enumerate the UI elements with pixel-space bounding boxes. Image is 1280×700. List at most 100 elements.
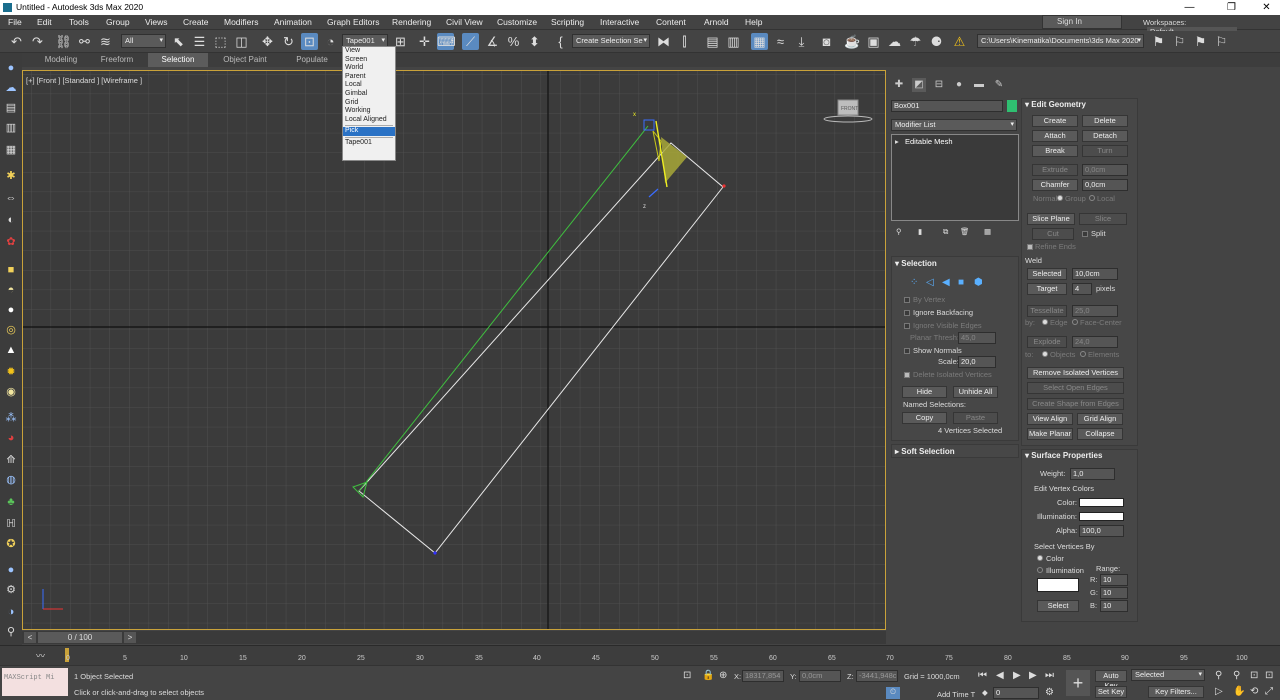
reference-coordinate-menu[interactable]: View Screen World Parent Local Gimbal Gr… bbox=[342, 46, 396, 161]
hair-icon[interactable]: ℍ bbox=[4, 517, 18, 531]
track-bar[interactable]: 〰 0 5 10 15 20 25 30 35 40 45 50 55 60 6… bbox=[0, 645, 1280, 665]
remove-modifier-icon[interactable]: 🗑 bbox=[960, 227, 970, 236]
particle-icon[interactable]: ⁂ bbox=[4, 411, 18, 425]
torus-primitive-icon[interactable]: ◎ bbox=[4, 323, 18, 337]
chamfer-button[interactable]: Chamfer bbox=[1032, 179, 1078, 191]
scene-explorer-icon[interactable]: ▤ bbox=[4, 101, 18, 115]
zoom-extents-all-icon[interactable]: ⊡ bbox=[1265, 670, 1273, 681]
edge-mode-icon[interactable]: ◁ bbox=[926, 277, 934, 288]
coord-option-parent[interactable]: Parent bbox=[343, 73, 395, 82]
pin-stack-icon[interactable]: ⚲ bbox=[896, 227, 902, 236]
move-icon[interactable]: ✥ bbox=[259, 33, 276, 50]
modify-tab-icon[interactable]: ◩ bbox=[912, 78, 926, 92]
show-end-result-icon[interactable]: ▮ bbox=[918, 227, 922, 236]
select-object-icon[interactable]: ⬉ bbox=[170, 33, 187, 50]
close-button[interactable]: ✕ bbox=[1253, 0, 1280, 15]
box-primitive-icon[interactable]: ■ bbox=[4, 263, 18, 277]
key-mode-icon[interactable]: ◆ bbox=[982, 688, 988, 697]
link-icon[interactable]: ⛓ bbox=[55, 33, 72, 50]
key-mode-dropdown[interactable]: Selected bbox=[1131, 669, 1205, 681]
unhide-all-button[interactable]: Unhide All bbox=[953, 386, 998, 398]
tessellate-field[interactable]: 25,0 bbox=[1072, 305, 1118, 317]
ignore-backfacing-checkbox[interactable] bbox=[904, 310, 910, 316]
coord-option-pick[interactable]: Pick bbox=[343, 127, 395, 136]
select-by-illumination-radio[interactable] bbox=[1037, 567, 1043, 573]
tessellate-face-center-radio[interactable] bbox=[1072, 319, 1078, 325]
tessellate-button[interactable]: Tessellate bbox=[1027, 305, 1067, 317]
extrude-button[interactable]: Extrude bbox=[1032, 164, 1078, 176]
element-mode-icon[interactable]: ⬢ bbox=[974, 277, 983, 288]
range-b-field[interactable]: 10 bbox=[1100, 600, 1128, 612]
project-path-dropdown[interactable]: C:\Users\Kinematika\Documents\3ds Max 20… bbox=[977, 34, 1144, 48]
explode-field[interactable]: 24,0 bbox=[1072, 336, 1118, 348]
coord-option-world[interactable]: World bbox=[343, 64, 395, 73]
time-tag-icon[interactable]: ⏲ bbox=[886, 687, 900, 699]
zoom-extents-icon[interactable]: ⊡ bbox=[1250, 670, 1258, 681]
render-setup-icon[interactable]: ☕ bbox=[844, 33, 861, 50]
by-vertex-checkbox[interactable] bbox=[904, 297, 910, 303]
minimize-button[interactable]: — bbox=[1176, 0, 1203, 15]
mini-curve-editor-icon[interactable]: 〰 bbox=[36, 649, 45, 662]
selection-title[interactable]: ▾ Selection bbox=[895, 259, 937, 268]
select-manipulate-icon[interactable]: ✛ bbox=[416, 33, 433, 50]
cone-primitive-icon[interactable]: ▲ bbox=[4, 343, 18, 357]
vertex-marker[interactable] bbox=[722, 184, 726, 188]
maximize-viewport-icon[interactable]: ⤢ bbox=[1265, 686, 1273, 697]
curve-editor-icon[interactable]: ≈ bbox=[772, 33, 789, 50]
view-align-button[interactable]: View Align bbox=[1027, 413, 1073, 425]
collapse-button[interactable]: Collapse bbox=[1077, 428, 1123, 440]
coord-option-local-aligned[interactable]: Local Aligned bbox=[343, 116, 395, 125]
select-by-color-radio[interactable] bbox=[1037, 555, 1043, 561]
pan-icon[interactable]: ✋ bbox=[1233, 686, 1245, 697]
rectangular-selection-icon[interactable]: ⬚ bbox=[212, 33, 229, 50]
x-coordinate-field[interactable]: 18317,854 bbox=[742, 670, 784, 682]
illumination-swatch[interactable] bbox=[1079, 512, 1124, 521]
absolute-mode-icon[interactable]: ⊕ bbox=[719, 670, 727, 681]
key-filters-button[interactable]: Key Filters... bbox=[1148, 686, 1204, 698]
menu-customize[interactable]: Customize bbox=[497, 17, 537, 27]
stack-expand-icon[interactable]: ▸ bbox=[895, 137, 899, 146]
modifier-list-dropdown[interactable]: Modifier List bbox=[891, 119, 1017, 131]
normal-group-radio[interactable] bbox=[1057, 195, 1063, 201]
time-slider-thumb[interactable]: 0 / 100 bbox=[38, 632, 122, 643]
scene-explorer-icon[interactable]: ▤ bbox=[704, 33, 721, 50]
compound-icon[interactable]: ⚙ bbox=[4, 583, 18, 597]
window-crossing-icon[interactable]: ◫ bbox=[233, 33, 250, 50]
surface-properties-title[interactable]: ▾ Surface Properties bbox=[1025, 451, 1102, 460]
object-color-swatch[interactable] bbox=[1007, 100, 1017, 112]
percent-snap-icon[interactable]: % bbox=[505, 33, 522, 50]
spinner-snap-icon[interactable]: ⬍ bbox=[526, 33, 543, 50]
lock-icon[interactable]: 🔒 bbox=[702, 670, 714, 681]
object-name-field[interactable]: Box001 bbox=[891, 100, 1003, 112]
detach-button[interactable]: Detach bbox=[1082, 130, 1128, 142]
keyboard-shortcut-toggle-icon[interactable]: ⌨ bbox=[437, 33, 456, 50]
weld-target-button[interactable]: Target bbox=[1027, 283, 1067, 295]
menu-modifiers[interactable]: Modifiers bbox=[224, 17, 258, 27]
time-next-icon[interactable]: > bbox=[124, 632, 136, 643]
weight-field[interactable]: 1,0 bbox=[1070, 468, 1115, 480]
set-project-icon[interactable]: ⚐ bbox=[1213, 33, 1230, 50]
menu-help[interactable]: Help bbox=[745, 17, 762, 27]
break-button[interactable]: Break bbox=[1032, 145, 1078, 157]
range-r-field[interactable]: 10 bbox=[1100, 574, 1128, 586]
menu-group[interactable]: Group bbox=[106, 17, 130, 27]
atmosphere-icon[interactable]: ● bbox=[4, 563, 18, 577]
sun-icon[interactable]: ✹ bbox=[4, 365, 18, 379]
next-frame-icon[interactable]: ▶ bbox=[1029, 670, 1037, 681]
render-production-icon[interactable]: ☁ bbox=[886, 33, 903, 50]
normal-local-radio[interactable] bbox=[1089, 195, 1095, 201]
scale-field[interactable]: 20,0 bbox=[958, 356, 996, 368]
modify-icon[interactable]: ☁ bbox=[4, 81, 18, 95]
maxscript-listener[interactable]: MAXScript Mi bbox=[2, 668, 68, 696]
stack-item-editable-mesh[interactable]: Editable Mesh bbox=[905, 137, 953, 146]
explode-elements-radio[interactable] bbox=[1080, 351, 1086, 357]
ignore-visible-edges-checkbox[interactable] bbox=[904, 323, 910, 329]
add-time-tag[interactable]: Add Time T bbox=[937, 690, 975, 699]
front-viewport[interactable]: x z FRONT bbox=[22, 70, 886, 630]
isolate-icon[interactable]: ⊡ bbox=[683, 670, 691, 681]
create-tab-icon[interactable]: ✚ bbox=[892, 78, 906, 92]
vertex-marker[interactable] bbox=[433, 551, 437, 555]
utilities-tab-icon[interactable]: ✎ bbox=[992, 78, 1006, 92]
redo-icon[interactable]: ↷ bbox=[29, 33, 46, 50]
material-editor-icon[interactable]: ◙ bbox=[818, 33, 835, 50]
